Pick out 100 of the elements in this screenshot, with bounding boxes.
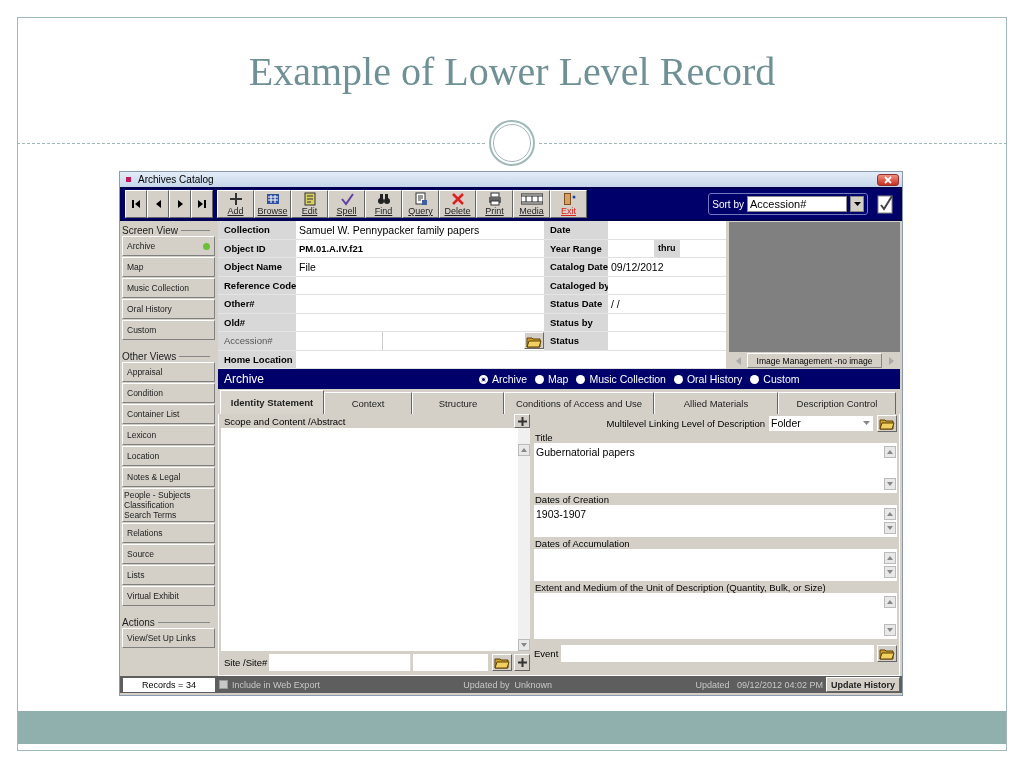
toolbar-button[interactable]: Print	[476, 190, 513, 218]
toolbar-button[interactable]: Find	[365, 190, 402, 218]
notepad-icon	[302, 192, 317, 206]
toolbar-button[interactable]: Browse	[254, 190, 291, 218]
sidebar-button[interactable]: Source	[122, 544, 215, 564]
sidebar-button[interactable]: Notes & Legal	[122, 467, 215, 487]
sidebar-button[interactable]: Music Collection	[122, 278, 215, 298]
input-field[interactable]	[296, 332, 544, 351]
field-label: Object Name	[218, 258, 296, 277]
scroll-up-button[interactable]	[884, 552, 896, 564]
radio-label[interactable]: Archive	[492, 373, 527, 385]
sidebar-button[interactable]: Archive	[122, 236, 215, 256]
radio-button[interactable]	[479, 374, 488, 384]
sidebar-button[interactable]: Location	[122, 446, 215, 466]
sidebar-button[interactable]: People - Subjects Classification Search Terms	[122, 488, 215, 522]
scroll-up-button[interactable]	[518, 444, 530, 456]
input-field[interactable]: 09/12/2012	[608, 258, 726, 277]
sidebar-button[interactable]: Oral History	[122, 299, 215, 319]
sidebar-button[interactable]: Container List	[122, 404, 215, 424]
plus-icon	[517, 657, 527, 667]
toolbar-button[interactable]: Delete	[439, 190, 476, 218]
folder-button[interactable]	[492, 653, 513, 671]
scroll-up-button[interactable]	[884, 446, 896, 458]
sidebar-button[interactable]: Lists	[122, 565, 215, 585]
tab[interactable]: Structure	[412, 392, 504, 414]
scroll-down-button[interactable]	[884, 624, 896, 636]
field-label: Date	[544, 221, 608, 240]
previous-record-button[interactable]	[147, 190, 169, 218]
sidebar-button[interactable]: Custom	[122, 320, 215, 340]
last-record-button[interactable]	[191, 190, 213, 218]
checkmark-icon	[339, 192, 354, 206]
sort-dropdown[interactable]: Accession#	[747, 196, 847, 212]
image-management-button[interactable]: Image Management -no image	[747, 353, 882, 368]
sidebar-button[interactable]: Condition	[122, 383, 215, 403]
folder-button[interactable]	[877, 644, 897, 662]
input-field[interactable]	[413, 653, 489, 671]
radio-label[interactable]: Oral History	[686, 373, 743, 385]
toolbar-button[interactable]: Add	[217, 190, 254, 218]
toolbar-button[interactable]: Query	[402, 190, 439, 218]
sidebar-button[interactable]: View/Set Up Links	[122, 628, 215, 648]
grid-icon	[265, 192, 280, 206]
checkbox-label[interactable]: Include in Web Export	[232, 679, 320, 690]
field-label: Dates of Accumulation	[534, 538, 631, 549]
sidebar-button[interactable]: Appraisal	[122, 362, 215, 382]
tab[interactable]: Description Control	[778, 392, 896, 414]
sidebar-button[interactable]: Virtual Exhibit	[122, 586, 215, 606]
toolbar-button[interactable]: Edit	[291, 190, 328, 218]
close-icon	[884, 175, 892, 184]
scroll-up-button[interactable]	[884, 508, 896, 520]
triangle-right-icon[interactable]	[888, 356, 894, 365]
scroll-down-button[interactable]	[884, 566, 896, 578]
sidebar-button[interactable]: Map	[122, 257, 215, 277]
dropdown-button[interactable]	[850, 196, 864, 212]
radio-button[interactable]	[750, 374, 760, 384]
sidebar-button[interactable]: Lexicon	[122, 425, 215, 445]
sidebar-button[interactable]: Relations	[122, 523, 215, 543]
input-field[interactable]: File	[296, 258, 544, 277]
skip-first-icon	[131, 199, 141, 209]
folder-icon	[879, 646, 895, 660]
close-button[interactable]	[877, 173, 899, 186]
input-field[interactable]	[269, 653, 412, 671]
clipboard-check-icon[interactable]	[876, 194, 894, 214]
folder-button[interactable]	[877, 414, 897, 432]
input-field[interactable]	[608, 221, 726, 240]
scroll-up-button[interactable]	[884, 596, 896, 608]
input-field[interactable]: Samuel W. Pennypacker family papers	[296, 221, 544, 240]
triangle-right-icon	[175, 199, 185, 209]
input-field[interactable]: / /	[608, 295, 726, 314]
input-field[interactable]	[296, 295, 544, 314]
folder-button[interactable]	[524, 332, 544, 349]
checkbox[interactable]	[219, 680, 228, 689]
radio-label[interactable]: Music Collection	[589, 373, 666, 385]
radio-button[interactable]	[535, 374, 544, 384]
tab[interactable]: Conditions of Access and Use	[504, 392, 654, 414]
tab[interactable]: Allied Materials	[654, 392, 778, 414]
radio-label[interactable]: Map	[548, 373, 569, 385]
update-history-button[interactable]: Update History	[826, 677, 900, 692]
input-field[interactable]	[608, 332, 726, 351]
toolbar-button[interactable]: Media	[513, 190, 550, 218]
view-title: Archive	[224, 372, 265, 386]
scroll-down-button[interactable]	[518, 639, 530, 651]
level-dropdown[interactable]: Folder	[769, 415, 873, 431]
triangle-left-icon[interactable]	[735, 356, 741, 365]
status-text: Updated by Unknown	[463, 679, 552, 690]
folder-icon	[879, 416, 895, 430]
first-record-button[interactable]	[125, 190, 147, 218]
scroll-down-button[interactable]	[884, 522, 896, 534]
add-button[interactable]	[514, 414, 530, 428]
add-button[interactable]	[514, 653, 530, 671]
tab[interactable]: Identity Statement	[220, 390, 324, 414]
next-record-button[interactable]	[169, 190, 191, 218]
input-field[interactable]	[561, 644, 874, 662]
skip-last-icon	[197, 199, 207, 209]
radio-label[interactable]: Custom	[763, 373, 800, 385]
radio-button[interactable]	[673, 374, 683, 384]
tab[interactable]: Context	[324, 392, 412, 414]
toolbar-button[interactable]: Spell	[328, 190, 365, 218]
scroll-down-button[interactable]	[884, 478, 896, 490]
plus-icon	[228, 192, 243, 206]
radio-button[interactable]	[576, 374, 586, 384]
